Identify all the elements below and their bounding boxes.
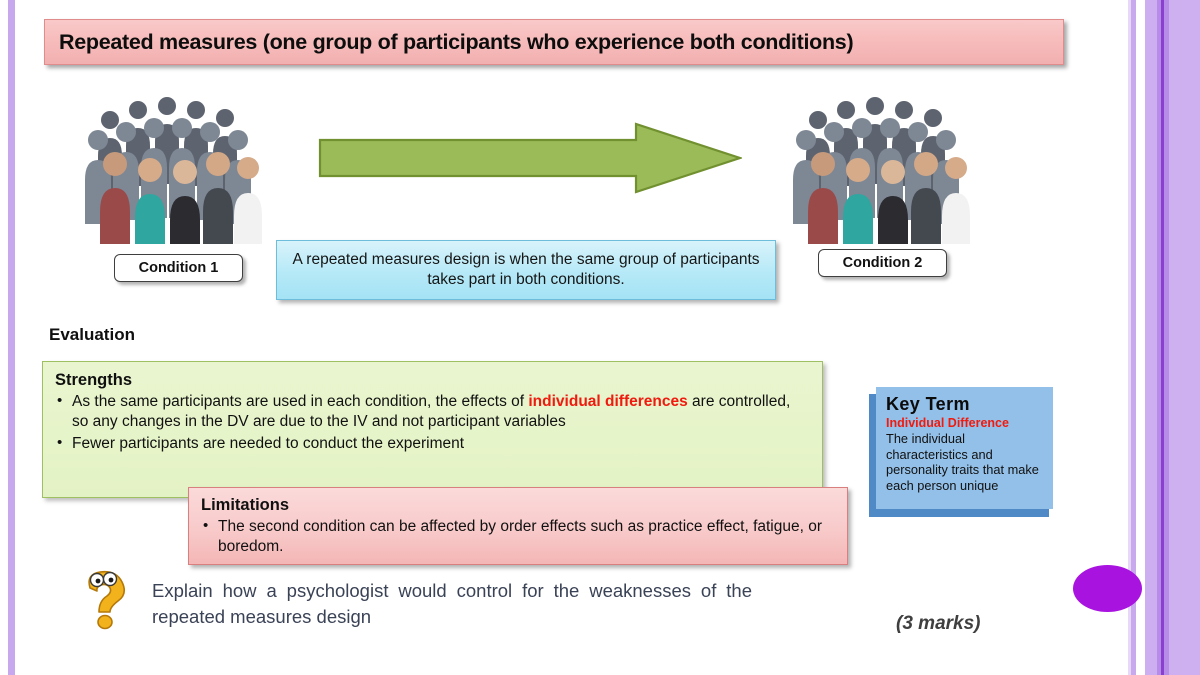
- strengths-list: As the same participants are used in eac…: [55, 391, 810, 454]
- task-question: Explain how a psychologist would control…: [152, 580, 752, 628]
- condition-1-label: Condition 1: [114, 254, 243, 282]
- stripe-3: [1136, 0, 1145, 675]
- left-edge-stripe: [8, 0, 15, 675]
- condition-1-text: Condition 1: [138, 260, 219, 276]
- question-mark-character-icon: [80, 568, 132, 630]
- limitations-heading: Limitations: [201, 496, 290, 514]
- list-item: As the same participants are used in eac…: [55, 391, 810, 433]
- stripe-8: [1169, 0, 1200, 675]
- key-term-box: Key Term Individual Difference The indiv…: [876, 387, 1053, 509]
- marks-label: (3 marks): [896, 613, 981, 634]
- stripe-4: [1145, 0, 1157, 675]
- group-of-people-icon: [793, 97, 970, 244]
- limitations-list: The second condition can be affected by …: [201, 516, 835, 558]
- participants-group-right: [790, 86, 970, 246]
- limitations-box: Limitations The second condition can be …: [188, 487, 848, 565]
- right-arrow-icon: [318, 122, 744, 194]
- page-title: Repeated measures (one group of particip…: [59, 29, 854, 54]
- evaluation-heading: Evaluation: [49, 325, 135, 344]
- list-item: The second condition can be affected by …: [201, 516, 835, 558]
- definition-text: A repeated measures design is when the s…: [292, 250, 760, 288]
- participants-group-left: [82, 86, 262, 246]
- slide-title-banner: Repeated measures (one group of particip…: [44, 19, 1064, 65]
- condition-2-label: Condition 2: [818, 249, 947, 277]
- key-term-heading: Key Term: [886, 394, 970, 414]
- strengths-heading: Strengths: [55, 371, 133, 389]
- group-of-people-icon: [85, 97, 262, 244]
- key-term-definition: The individual characteristics and perso…: [886, 431, 1039, 493]
- condition-2-text: Condition 2: [842, 255, 923, 271]
- purple-ellipse-decoration: [1073, 565, 1142, 612]
- strengths-box: Strengths As the same participants are u…: [42, 361, 823, 498]
- slide-canvas: Repeated measures (one group of particip…: [0, 0, 1200, 675]
- definition-callout: A repeated measures design is when the s…: [276, 240, 776, 300]
- highlighted-term: individual differences: [528, 393, 688, 410]
- list-item: Fewer participants are needed to conduct…: [55, 433, 810, 454]
- key-term-name: Individual Difference: [886, 416, 1009, 430]
